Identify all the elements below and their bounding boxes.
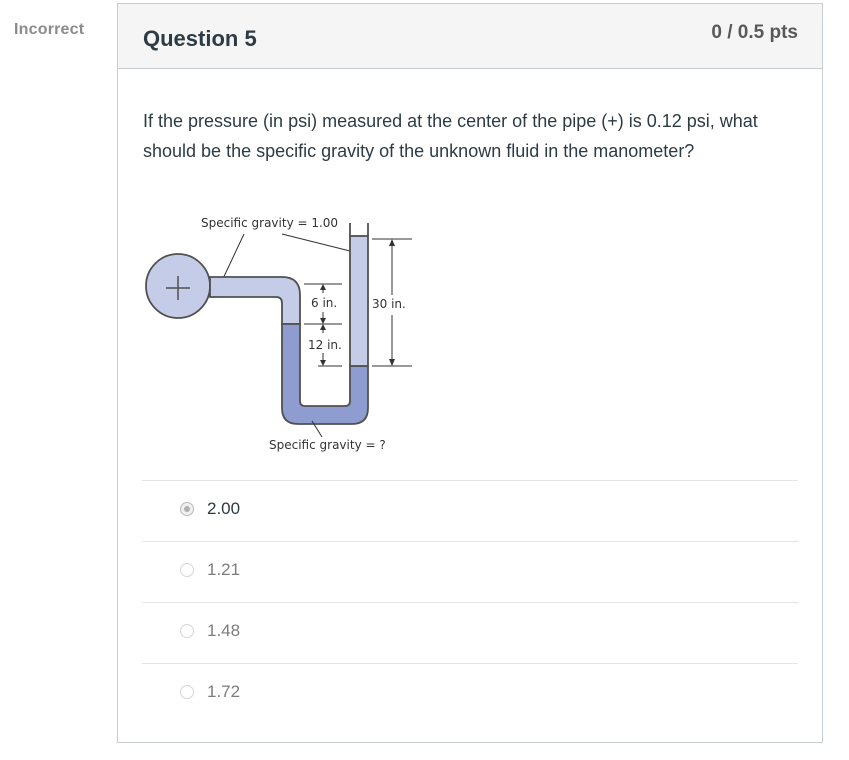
- question-header: Question 5 0 / 0.5 pts: [118, 4, 822, 69]
- leader-line-right: [281, 233, 355, 253]
- answer-option[interactable]: 1.21: [142, 541, 798, 602]
- question-title: Question 5: [143, 26, 257, 51]
- manometer-figure: Specific gravity = 1.00 6 in. 12 in. 30 …: [145, 216, 412, 452]
- answer-label: 1.48: [207, 621, 241, 640]
- manometer-diagram: Specific gravity = 1.00 6 in. 12 in. 30 …: [142, 211, 432, 471]
- specific-gravity-bottom-label: Specific gravity = ?: [269, 438, 386, 452]
- dimension-12in-label: 12 in.: [308, 338, 342, 352]
- answer-option[interactable]: 2.00: [142, 480, 798, 541]
- dimension-6in-label: 6 in.: [311, 296, 337, 310]
- question-points: 0 / 0.5 pts: [711, 22, 798, 43]
- question-text: If the pressure (in psi) measured at the…: [143, 111, 758, 161]
- radio-button-selected[interactable]: [180, 502, 194, 516]
- answer-option[interactable]: 1.72: [142, 663, 798, 724]
- specific-gravity-top-label: Specific gravity = 1.00: [201, 216, 338, 230]
- answer-label: 1.21: [207, 560, 241, 579]
- answer-list: 2.00 1.21 1.48 1.72: [142, 480, 798, 724]
- answer-status-label: Incorrect: [14, 21, 85, 38]
- answer-label: 1.72: [207, 682, 241, 701]
- connecting-tube: [209, 276, 301, 325]
- radio-button[interactable]: [180, 624, 194, 638]
- dimension-30in-label: 30 in.: [372, 297, 406, 311]
- radio-button[interactable]: [180, 563, 194, 577]
- radio-button[interactable]: [180, 685, 194, 699]
- answer-option[interactable]: 1.48: [142, 602, 798, 663]
- question-card: Question 5 0 / 0.5 pts If the pressure (…: [117, 3, 823, 743]
- answer-label: 2.00: [207, 499, 241, 518]
- right-leg-water: [349, 235, 369, 367]
